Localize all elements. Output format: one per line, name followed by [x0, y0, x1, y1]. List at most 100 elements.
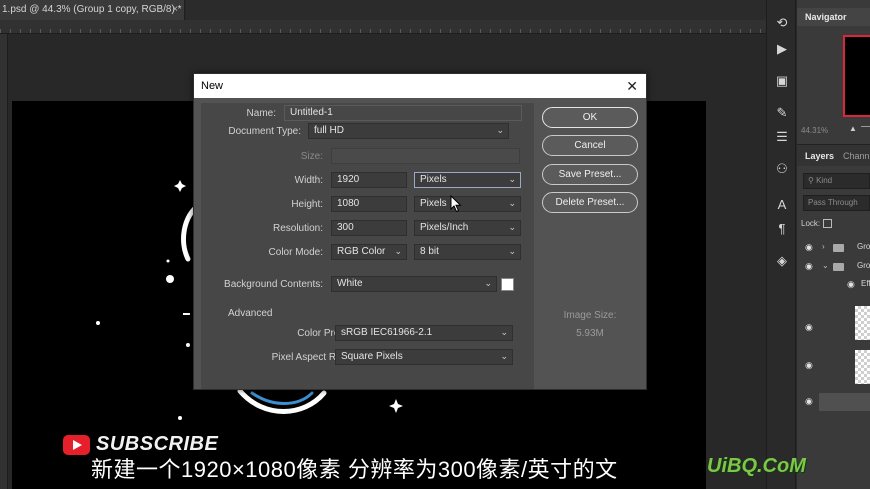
zoom-out-icon[interactable]: ▲ [849, 124, 857, 133]
vertical-ruler [0, 34, 8, 489]
resolution-unit-select[interactable]: Pixels/Inch ⌄ [414, 220, 521, 236]
width-unit-select[interactable]: Pixels ⌄ [414, 172, 521, 188]
navigator-thumbnail[interactable] [843, 35, 870, 117]
background-color-swatch[interactable] [501, 278, 514, 291]
paragraph-icon[interactable]: ¶ [773, 220, 791, 238]
adjustments-icon[interactable]: ☰ [773, 128, 791, 146]
horizontal-ruler [0, 20, 766, 34]
pixel-aspect-ratio-select[interactable]: Square Pixels ⌄ [335, 349, 513, 365]
color-profile-value: sRGB IEC61966-2.1 [341, 327, 433, 338]
document-type-value: full HD [314, 125, 345, 136]
history-icon[interactable]: ⟲ [773, 14, 791, 32]
color-profile-select[interactable]: sRGB IEC61966-2.1 ⌄ [335, 325, 513, 341]
eye-icon[interactable]: ◉ [805, 396, 813, 407]
tab-layers[interactable]: Layers [805, 151, 834, 161]
height-unit-value: Pixels [420, 198, 447, 209]
document-type-select[interactable]: full HD ⌄ [308, 123, 509, 139]
eye-icon[interactable]: ◉ [805, 360, 813, 371]
layers-panel-header: Layers Chann [797, 144, 870, 166]
tab-bar [186, 0, 766, 20]
chevron-down-icon: ⌄ [508, 198, 516, 208]
chevron-down-icon: ⌄ [508, 246, 516, 256]
chevron-right-icon[interactable]: › [822, 242, 825, 251]
height-unit-select[interactable]: Pixels ⌄ [414, 196, 521, 212]
dialog-title: New [201, 80, 224, 92]
advanced-section-title[interactable]: Advanced [228, 308, 272, 319]
new-document-dialog: New ✕ Name: Untitled-1 Document Type: fu… [193, 73, 647, 390]
chevron-down-icon: ⌄ [496, 125, 504, 135]
star-dot [178, 416, 182, 420]
bit-depth-select[interactable]: 8 bit ⌄ [414, 244, 521, 260]
effects-icon[interactable]: ◉ [847, 279, 855, 290]
sparkle-star [389, 399, 403, 413]
properties-icon[interactable]: ▣ [773, 72, 791, 90]
size-label: Size: [300, 151, 323, 162]
chevron-down-icon[interactable]: ⌄ [822, 261, 829, 270]
selected-layer-row[interactable] [819, 393, 870, 411]
height-input[interactable]: 1080 [331, 196, 407, 212]
sparkle-star [174, 180, 186, 192]
brush-icon[interactable]: ✎ [773, 104, 791, 122]
document-type-label: Document Type: [228, 126, 301, 137]
dialog-title-bar: New ✕ [194, 74, 646, 98]
width-unit-value: Pixels [420, 174, 447, 185]
resolution-unit-value: Pixels/Inch [420, 222, 469, 233]
layer-filter-kind[interactable]: ⚲ Kind [803, 173, 870, 189]
image-size-label: Image Size: [563, 310, 617, 321]
layer-name: Gro [857, 242, 870, 251]
ok-button[interactable]: OK [542, 107, 638, 128]
navigator-panel-title[interactable]: Navigator [797, 8, 870, 26]
eye-icon[interactable]: ◉ [805, 261, 813, 272]
color-mode-label: Color Mode: [268, 247, 323, 258]
cancel-button[interactable]: Cancel [542, 135, 638, 156]
lock-transparency-icon[interactable] [823, 219, 833, 229]
resolution-label: Resolution: [272, 223, 323, 234]
bit-depth-value: 8 bit [420, 246, 439, 257]
eye-icon[interactable]: ◉ [805, 322, 813, 333]
background-contents-select[interactable]: White ⌄ [331, 276, 497, 292]
save-preset-button[interactable]: Save Preset... [542, 164, 638, 185]
layer-thumbnail [855, 350, 870, 384]
lock-row: Lock: [801, 219, 833, 229]
zoom-slider[interactable] [861, 126, 870, 127]
eye-icon[interactable]: ◉ [805, 242, 813, 253]
size-select[interactable] [331, 148, 520, 164]
background-contents-value: White [337, 278, 363, 289]
panel-tool-strip: ⟲ ▶ ▣ ✎ ☰ ⚇ A ¶ ◈ [766, 0, 796, 489]
star-dot [96, 321, 100, 325]
chevron-down-icon: ⌄ [508, 174, 516, 184]
clone-source-icon[interactable]: ⚇ [773, 160, 791, 178]
name-input[interactable]: Untitled-1 [284, 105, 522, 121]
character-icon[interactable]: A [773, 196, 791, 214]
planet-ring-blue [250, 391, 314, 405]
blend-mode-select[interactable]: Pass Through [803, 195, 870, 211]
color-mode-value: RGB Color [337, 246, 386, 257]
document-tab-title: 1.psd @ 44.3% (Group 1 copy, RGB/8) * [2, 4, 182, 15]
layer-thumbnail [855, 306, 870, 340]
tab-channels[interactable]: Chann [843, 151, 870, 161]
star-dot [166, 275, 174, 283]
lock-label: Lock: [801, 219, 821, 228]
youtube-logo-icon [63, 435, 90, 455]
close-icon[interactable]: × [172, 0, 178, 20]
delete-preset-button[interactable]: Delete Preset... [542, 192, 638, 213]
document-tab[interactable]: 1.psd @ 44.3% (Group 1 copy, RGB/8) * × [0, 0, 185, 20]
resolution-input[interactable]: 300 [331, 220, 407, 236]
navigator-zoom[interactable]: 44.31% [801, 126, 828, 135]
right-panels: Navigator 44.31% ▲ Layers Chann ⚲ Kind P… [797, 0, 870, 489]
close-icon[interactable]: ✕ [626, 74, 638, 98]
color-mode-select[interactable]: RGB Color ⌄ [331, 244, 407, 260]
3d-icon[interactable]: ◈ [773, 252, 791, 270]
chevron-down-icon: ⌄ [500, 327, 508, 337]
pixel-aspect-ratio-value: Square Pixels [341, 351, 403, 362]
play-icon[interactable]: ▶ [773, 40, 791, 58]
chevron-down-icon: ⌄ [394, 246, 402, 256]
width-label: Width: [294, 175, 323, 186]
star-dot [186, 343, 190, 347]
image-size-value: 5.93M [576, 328, 604, 339]
kind-label: Kind [816, 176, 833, 185]
folder-icon [833, 244, 844, 252]
chevron-down-icon: ⌄ [484, 278, 492, 288]
height-label: Height: [291, 199, 323, 210]
width-input[interactable]: 1920 [331, 172, 407, 188]
